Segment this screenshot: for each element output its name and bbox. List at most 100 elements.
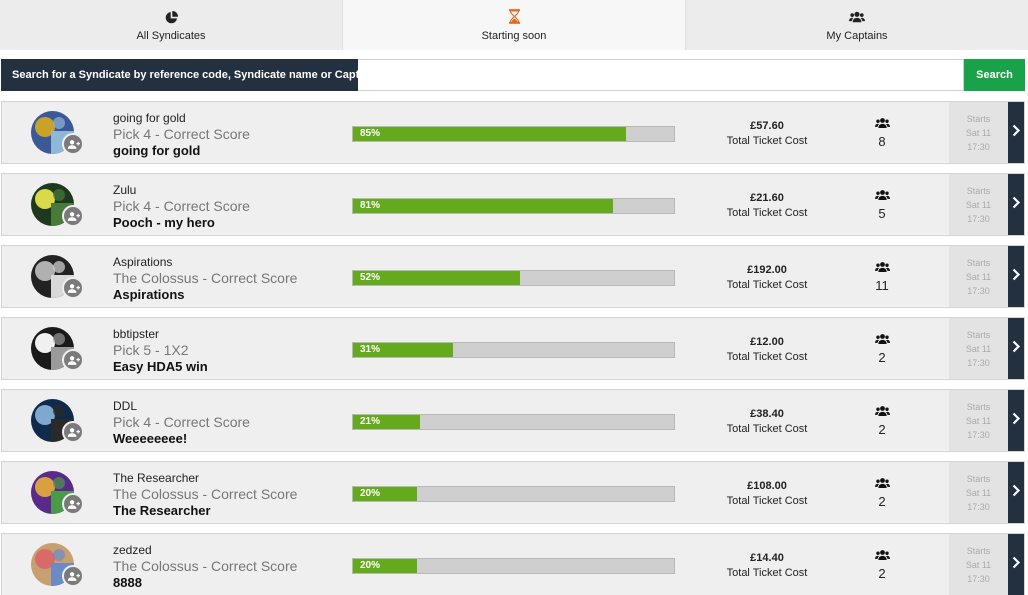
cost-label: Total Ticket Cost — [726, 567, 808, 579]
ticket-cost: £12.00 Total Ticket Cost — [707, 335, 827, 364]
tab-label: My Captains — [826, 30, 888, 42]
start-time-panel: Starts Sat 11 17:30 — [949, 462, 1008, 523]
syndicate-row[interactable]: going for gold Pick 4 - Correct Score goin… — [1, 101, 1025, 164]
syndicate-name: Aspirations — [113, 287, 185, 302]
start-time: 17:30 — [967, 141, 990, 152]
game-type: The Colossus - Correct Score — [113, 486, 298, 502]
start-day: Sat 11 — [965, 343, 992, 354]
progress-percent: 52% — [360, 272, 381, 283]
syndicate-info: Zulu Pick 4 - Correct Score Pooch - my her… — [113, 183, 250, 231]
start-time: 17:30 — [967, 501, 990, 512]
add-user-icon[interactable] — [62, 421, 84, 443]
game-type: Pick 4 - Correct Score — [113, 198, 250, 214]
add-user-icon[interactable] — [62, 493, 84, 515]
progress-bar: 20% — [352, 558, 675, 574]
cost-amount: £14.40 — [750, 552, 784, 564]
progress-fill — [353, 199, 613, 213]
search-input[interactable] — [358, 59, 964, 91]
add-user-icon[interactable] — [62, 277, 84, 299]
start-time-panel: Starts Sat 11 17:30 — [949, 390, 1008, 451]
syndicate-name: going for gold — [113, 143, 201, 158]
chevron-right-icon — [1012, 484, 1021, 502]
pie-chart-icon — [165, 8, 178, 24]
member-count-value: 11 — [875, 278, 889, 293]
progress-bar: 20% — [352, 486, 675, 502]
syndicate-name: Pooch - my hero — [113, 215, 215, 230]
users-icon — [849, 8, 865, 24]
starts-label: Starts — [966, 185, 991, 196]
tab-all-syndicates[interactable]: All Syndicates — [0, 0, 342, 50]
start-time: 17:30 — [967, 213, 990, 224]
open-syndicate-button[interactable] — [1008, 174, 1024, 235]
start-day: Sat 11 — [965, 415, 992, 426]
open-syndicate-button[interactable] — [1008, 318, 1024, 379]
add-user-icon[interactable] — [62, 133, 84, 155]
open-syndicate-button[interactable] — [1008, 246, 1024, 307]
syndicate-row[interactable]: DDL Pick 4 - Correct Score Weeeeeeee! 21% £3… — [1, 389, 1025, 452]
add-user-icon[interactable] — [62, 205, 84, 227]
syndicate-row[interactable]: bbtipster Pick 5 - 1X2 Easy HDA5 win 31% £12… — [1, 317, 1025, 380]
starts-label: Starts — [966, 401, 991, 412]
progress-bar: 31% — [352, 342, 675, 358]
users-icon — [862, 189, 902, 207]
game-type: The Colossus - Correct Score — [113, 558, 298, 574]
chevron-right-icon — [1012, 124, 1021, 142]
users-icon — [862, 405, 902, 423]
progress-bar: 85% — [352, 126, 675, 142]
syndicate-row[interactable]: Aspirations The Colossus - Correct Score A… — [1, 245, 1025, 308]
users-icon — [862, 117, 902, 135]
ticket-cost: £21.60 Total Ticket Cost — [707, 191, 827, 220]
cost-amount: £57.60 — [750, 120, 784, 132]
ticket-cost: £38.40 Total Ticket Cost — [707, 407, 827, 436]
member-count: 2 — [862, 333, 902, 365]
progress-percent: 85% — [360, 128, 381, 139]
cost-amount: £21.60 — [750, 192, 784, 204]
ticket-cost: £192.00 Total Ticket Cost — [707, 263, 827, 292]
search-bar: Search for a Syndicate by reference code… — [1, 59, 1025, 91]
add-user-icon[interactable] — [62, 349, 84, 371]
syndicate-info: zedzed The Colossus - Correct Score 8888 — [113, 543, 297, 591]
open-syndicate-button[interactable] — [1008, 102, 1024, 163]
member-count: 2 — [862, 477, 902, 509]
syndicate-list: going for gold Pick 4 - Correct Score goin… — [1, 101, 1025, 595]
search-button[interactable]: Search — [964, 59, 1025, 91]
syndicate-row[interactable]: The Researcher The Colossus - Correct Sco… — [1, 461, 1025, 524]
game-type: Pick 4 - Correct Score — [113, 126, 250, 142]
syndicate-info: Aspirations The Colossus - Correct Score A… — [113, 255, 297, 303]
open-syndicate-button[interactable] — [1008, 390, 1024, 451]
chevron-right-icon — [1012, 340, 1021, 358]
progress-percent: 20% — [360, 560, 381, 571]
add-user-icon[interactable] — [62, 565, 84, 587]
starts-label: Starts — [966, 545, 991, 556]
hourglass-icon — [508, 8, 520, 24]
start-day: Sat 11 — [965, 199, 992, 210]
progress-percent: 21% — [360, 416, 381, 427]
tab-my-captains[interactable]: My Captains — [686, 0, 1028, 50]
open-syndicate-button[interactable] — [1008, 534, 1024, 595]
syndicate-info: The Researcher The Colossus - Correct Sco… — [113, 471, 297, 519]
tab-starting-soon[interactable]: Starting soon — [342, 0, 686, 50]
syndicate-name: Weeeeeeee! — [113, 431, 188, 446]
cost-amount: £108.00 — [747, 480, 787, 492]
start-day: Sat 11 — [965, 559, 992, 570]
users-icon — [862, 477, 902, 495]
syndicate-row[interactable]: Zulu Pick 4 - Correct Score Pooch - my her… — [1, 173, 1025, 236]
tab-label: All Syndicates — [136, 30, 206, 42]
cost-label: Total Ticket Cost — [726, 135, 808, 147]
syndicate-row[interactable]: zedzed The Colossus - Correct Score 8888 20… — [1, 533, 1025, 595]
captain-name: going for gold — [113, 111, 186, 125]
progress-percent: 20% — [360, 488, 381, 499]
start-time-panel: Starts Sat 11 17:30 — [949, 246, 1008, 307]
ticket-cost: £14.40 Total Ticket Cost — [707, 551, 827, 580]
start-time-panel: Starts Sat 11 17:30 — [949, 534, 1008, 595]
member-count-value: 8 — [878, 134, 886, 149]
member-count: 11 — [862, 261, 902, 293]
member-count-value: 2 — [878, 350, 886, 365]
open-syndicate-button[interactable] — [1008, 462, 1024, 523]
cost-label: Total Ticket Cost — [726, 351, 808, 363]
captain-name: Aspirations — [113, 255, 173, 269]
member-count-value: 2 — [878, 494, 886, 509]
progress-bar: 52% — [352, 270, 675, 286]
starts-label: Starts — [966, 473, 991, 484]
game-type: The Colossus - Correct Score — [113, 270, 298, 286]
